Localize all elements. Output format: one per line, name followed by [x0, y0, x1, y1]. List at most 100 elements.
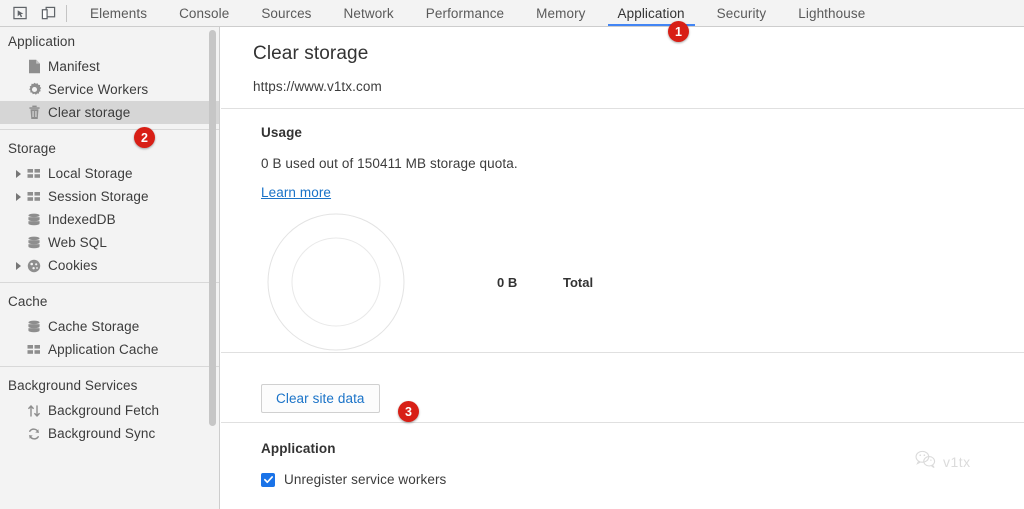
inspect-cursor-icon[interactable]	[6, 1, 34, 25]
sidebar-group-storage: Storage Local Storage Session Storage In…	[0, 134, 219, 277]
tab-performance[interactable]: Performance	[410, 0, 520, 26]
tab-console[interactable]: Console	[163, 0, 245, 26]
cookie-icon	[25, 259, 43, 273]
legend-label: Total	[563, 274, 594, 290]
table-icon	[25, 344, 43, 356]
panel-tabs: Elements Console Sources Network Perform…	[74, 0, 881, 26]
sidebar-item-label: Clear storage	[48, 105, 131, 120]
tab-lighthouse[interactable]: Lighthouse	[782, 0, 881, 26]
sidebar-group-title: Storage	[8, 141, 56, 156]
watermark: v1tx	[915, 450, 971, 474]
sidebar-item-cookies[interactable]: Cookies	[0, 254, 219, 277]
learn-more-link[interactable]: Learn more	[261, 185, 331, 200]
clear-button-row: Clear site data	[221, 353, 1024, 422]
chevron-right-icon[interactable]	[12, 192, 25, 201]
gear-icon	[25, 82, 43, 97]
sidebar-item-label: Application Cache	[48, 342, 159, 357]
sidebar-item-label: Background Fetch	[48, 403, 160, 418]
usage-chart-row: 0 B Total	[261, 212, 1024, 352]
application-options-section: Application Unregister service workers	[221, 423, 1024, 487]
usage-heading: Usage	[261, 125, 303, 140]
sidebar-item-label: Background Sync	[48, 426, 156, 441]
tab-elements[interactable]: Elements	[74, 0, 163, 26]
chevron-right-icon[interactable]	[12, 169, 25, 178]
annotation-badge-2: 2	[134, 127, 155, 148]
tab-label: Network	[343, 5, 394, 21]
devtools-tabbar: Elements Console Sources Network Perform…	[0, 0, 1024, 27]
tab-sources[interactable]: Sources	[245, 0, 327, 26]
panel-header: Clear storage https://www.v1tx.com	[221, 27, 1024, 108]
sidebar-divider	[0, 129, 219, 130]
refresh-icon	[25, 427, 43, 441]
document-icon	[25, 59, 43, 74]
legend-value: 0 B	[497, 274, 518, 290]
sidebar-item-background-fetch[interactable]: Background Fetch	[0, 399, 219, 422]
sidebar-group-title: Background Services	[8, 378, 138, 393]
tab-network[interactable]: Network	[328, 0, 410, 26]
devtools-window: Elements Console Sources Network Perform…	[0, 0, 1024, 509]
usage-donut-chart	[261, 212, 411, 352]
sidebar-item-label: Session Storage	[48, 189, 149, 204]
sidebar-item-web-sql[interactable]: Web SQL	[0, 231, 219, 254]
device-toolbar-icon[interactable]	[34, 1, 62, 25]
sidebar-item-label: IndexedDB	[48, 212, 116, 227]
tab-label: Application	[617, 5, 685, 21]
sidebar-item-cache-storage[interactable]: Cache Storage	[0, 315, 219, 338]
sidebar-item-service-workers[interactable]: Service Workers	[0, 78, 219, 101]
sidebar-item-label: Service Workers	[48, 82, 149, 97]
tab-label: Performance	[425, 5, 505, 21]
table-icon	[25, 191, 43, 203]
tab-memory[interactable]: Memory	[520, 0, 601, 26]
sidebar-item-indexeddb[interactable]: IndexedDB	[0, 208, 219, 231]
tab-label: Console	[179, 5, 230, 21]
sidebar-divider	[0, 282, 219, 283]
sidebar-item-label: Manifest	[48, 59, 100, 74]
tab-application[interactable]: Application	[602, 0, 701, 26]
tab-label: Security	[716, 5, 767, 21]
origin-text: https://www.v1tx.com	[253, 79, 382, 94]
sidebar-item-label: Local Storage	[48, 166, 133, 181]
sidebar-group-application: Application Manifest Service Workers Cle…	[0, 27, 219, 124]
sidebar-item-application-cache[interactable]: Application Cache	[0, 338, 219, 361]
unregister-service-workers-checkbox[interactable]	[261, 472, 275, 487]
updown-arrows-icon	[25, 404, 43, 418]
toolbar-divider	[66, 4, 67, 22]
tab-label: Memory	[536, 5, 586, 21]
sidebar-group-title: Application	[8, 34, 76, 49]
tab-label: Elements	[90, 5, 148, 21]
clear-site-data-button[interactable]: Clear site data	[261, 383, 380, 413]
sidebar-item-manifest[interactable]: Manifest	[0, 55, 219, 78]
checkbox-label: Unregister service workers	[284, 472, 447, 487]
application-sidebar[interactable]: Application Manifest Service Workers Cle…	[0, 27, 220, 509]
watermark-text: v1tx	[943, 454, 971, 470]
tab-security[interactable]: Security	[701, 0, 783, 26]
sidebar-item-label: Cookies	[48, 258, 98, 273]
table-icon	[25, 168, 43, 180]
sidebar-group-title: Cache	[8, 294, 48, 309]
sidebar-item-label: Web SQL	[48, 235, 107, 250]
application-heading: Application	[261, 441, 336, 456]
tab-label: Lighthouse	[798, 5, 866, 21]
usage-section: Usage 0 B used out of 150411 MB storage …	[221, 109, 1024, 352]
sidebar-item-clear-storage[interactable]: Clear storage	[0, 101, 219, 124]
toolbar-icon-group	[0, 0, 74, 26]
checkbox-row-unregister-service-workers[interactable]: Unregister service workers	[261, 472, 1024, 487]
usage-quota-text: 0 B used out of 150411 MB storage quota.	[261, 156, 518, 171]
chevron-right-icon[interactable]	[12, 261, 25, 270]
chart-legend: 0 B Total	[497, 275, 593, 290]
sidebar-item-session-storage[interactable]: Session Storage	[0, 185, 219, 208]
sidebar-item-local-storage[interactable]: Local Storage	[0, 162, 219, 185]
page-title: Clear storage	[253, 43, 369, 64]
annotation-badge-1: 1	[668, 21, 689, 42]
database-icon	[25, 236, 43, 250]
sidebar-scrollbar[interactable]	[209, 30, 216, 426]
database-icon	[25, 213, 43, 227]
trash-icon	[25, 105, 43, 120]
sidebar-group-cache: Cache Cache Storage Application Cache	[0, 287, 219, 361]
sidebar-group-background-services: Background Services Background Fetch Bac…	[0, 371, 219, 445]
annotation-badge-3: 3	[398, 401, 419, 422]
tab-label: Sources	[261, 5, 312, 21]
clear-storage-panel: Clear storage https://www.v1tx.com Usage…	[221, 27, 1024, 509]
wechat-icon	[915, 450, 937, 474]
sidebar-item-background-sync[interactable]: Background Sync	[0, 422, 219, 445]
